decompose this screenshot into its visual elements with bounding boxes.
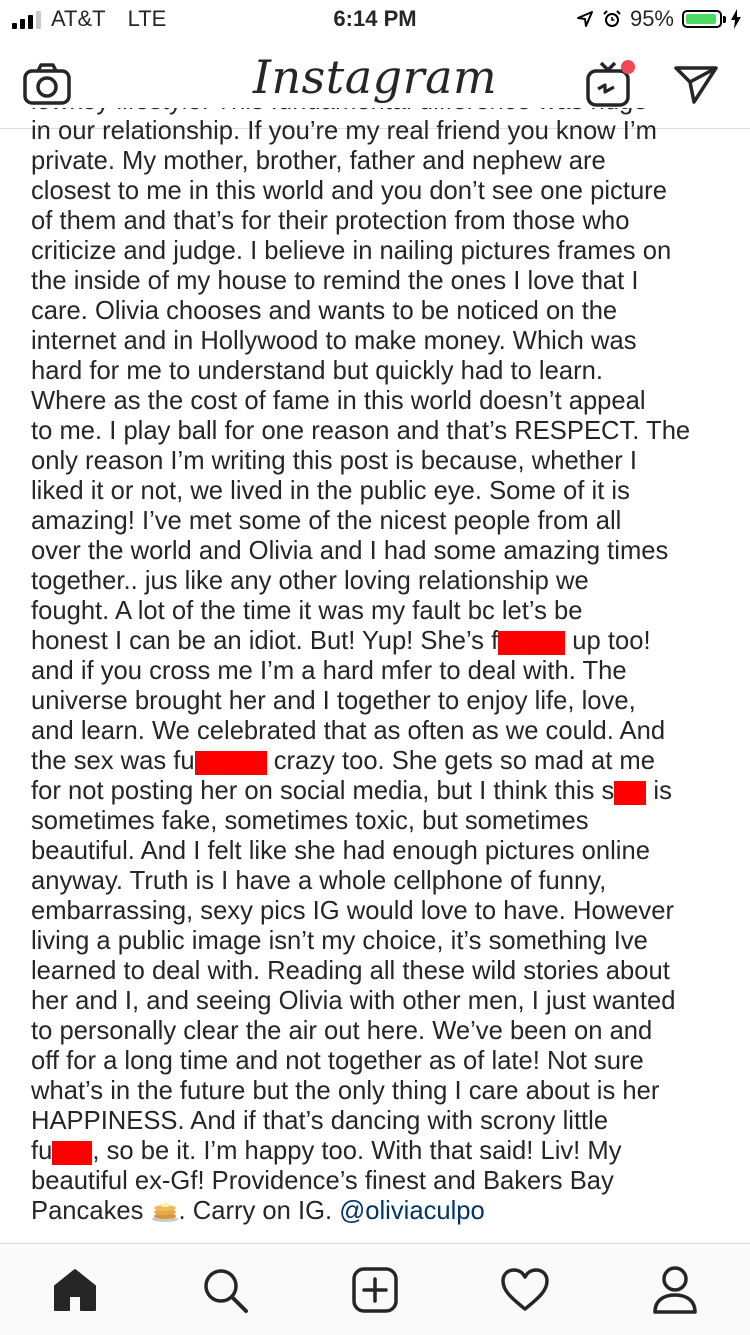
tab-profile[interactable] bbox=[647, 1262, 703, 1318]
caption-line: and if you cross me I’m a hard mfer to d… bbox=[31, 657, 627, 685]
caption-line: beautiful ex-Gf! Providence’s finest and… bbox=[31, 1167, 614, 1195]
caption-line: closest to me in this world and you don’… bbox=[31, 177, 667, 205]
post-caption: lowkey lifestyle. This fundamental diffe… bbox=[31, 108, 731, 1244]
charging-bolt-icon bbox=[731, 9, 741, 29]
caption-line: to me. I play ball for one reason and th… bbox=[31, 417, 691, 445]
caption-line: in our relationship. If you’re my real f… bbox=[31, 117, 657, 145]
battery-percent: 95% bbox=[629, 6, 674, 31]
caption-line: for not posting her on social media, but… bbox=[31, 777, 672, 805]
igtv-button[interactable] bbox=[582, 56, 638, 112]
caption-line: lowkey lifestyle. This fundamental diffe… bbox=[31, 108, 731, 116]
caption-line: honest I can be an idiot. But! Yup! She’… bbox=[31, 627, 651, 655]
redaction-box bbox=[52, 1141, 93, 1165]
home-icon bbox=[54, 1269, 96, 1311]
caption-line: learned to deal with. Reading all these … bbox=[31, 957, 670, 985]
caption-line: beautiful. And I felt like she had enoug… bbox=[31, 837, 650, 865]
caption-line: living a public image isn’t my choice, i… bbox=[31, 927, 648, 955]
status-bar: AT&T LTE 6:14 PM 95% bbox=[0, 0, 750, 40]
pancakes-emoji-icon bbox=[151, 1203, 178, 1222]
tab-activity[interactable] bbox=[497, 1262, 553, 1318]
tab-home[interactable] bbox=[47, 1262, 103, 1318]
status-right: 95% bbox=[576, 6, 742, 32]
caption-line: to personally clear the air out here. We… bbox=[31, 1017, 653, 1045]
direct-message-button[interactable] bbox=[668, 56, 724, 112]
caption-line: of them and that’s for their protection … bbox=[31, 207, 630, 235]
caption-line: over the world and Olivia and I had some… bbox=[31, 537, 669, 565]
activity-heart-icon bbox=[501, 1268, 549, 1311]
caption-line: liked it or not, we lived in the public … bbox=[31, 477, 630, 505]
caption-line: Where as the cost of fame in this world … bbox=[31, 387, 646, 415]
caption-line: internet and in Hollywood to make money.… bbox=[31, 327, 637, 355]
caption-line: care. Olivia chooses and wants to be not… bbox=[31, 297, 618, 325]
direct-message-icon bbox=[674, 66, 718, 104]
igtv-icon bbox=[586, 60, 635, 107]
redaction-box bbox=[194, 751, 267, 775]
caption-line: the inside of my house to remind the one… bbox=[31, 267, 639, 295]
new-post-icon bbox=[352, 1267, 398, 1313]
notification-dot bbox=[621, 60, 635, 74]
caption-line: and learn. We celebrated that as often a… bbox=[31, 717, 666, 745]
location-arrow-icon bbox=[576, 11, 593, 27]
caption-line: universe brought her and I together to e… bbox=[31, 687, 636, 715]
caption-line: together.. jus like any other loving rel… bbox=[31, 567, 589, 595]
caption-line: off for a long time and not together as … bbox=[31, 1047, 644, 1075]
caption-line: amazing! I’ve met some of the nicest peo… bbox=[31, 507, 622, 535]
caption-line: fought. A lot of the time it was my faul… bbox=[31, 597, 583, 625]
redaction-box bbox=[614, 781, 647, 805]
caption-line: hard for me to understand but quickly ha… bbox=[31, 357, 603, 385]
caption-line: sometimes fake, sometimes toxic, but som… bbox=[31, 807, 589, 835]
caption-line: Pancakes . Carry on IG. @oliviaculpo bbox=[31, 1197, 485, 1225]
tab-new-post[interactable] bbox=[347, 1262, 403, 1318]
caption-line: her and I, and seeing Olivia with other … bbox=[31, 987, 676, 1015]
caption-line: what’s in the future but the only thing … bbox=[31, 1077, 660, 1105]
battery-icon bbox=[682, 10, 726, 28]
caption-line: private. My mother, brother, father and … bbox=[31, 147, 606, 175]
caption-line: criticize and judge. I believe in nailin… bbox=[31, 237, 672, 265]
alarm-clock-icon bbox=[603, 10, 621, 27]
caption-line: only reason I’m writing this post is bec… bbox=[31, 447, 638, 475]
mention-link[interactable]: @oliviaculpo bbox=[339, 1197, 485, 1225]
bottom-tab-bar bbox=[0, 1243, 750, 1335]
caption-line: the sex was fu crazy too. She gets so ma… bbox=[31, 747, 655, 775]
profile-icon bbox=[653, 1266, 697, 1314]
caption-line: anyway. Truth is I have a whole cellphon… bbox=[31, 867, 607, 895]
tab-search[interactable] bbox=[197, 1262, 253, 1318]
caption-line: embarrassing, sexy pics IG would love to… bbox=[31, 897, 674, 925]
redaction-box bbox=[498, 631, 566, 655]
search-icon bbox=[204, 1269, 248, 1313]
caption-line: HAPPINESS. And if that’s dancing with sc… bbox=[31, 1107, 609, 1135]
caption-line: fu , so be it. I’m happy too. With that … bbox=[31, 1137, 622, 1165]
